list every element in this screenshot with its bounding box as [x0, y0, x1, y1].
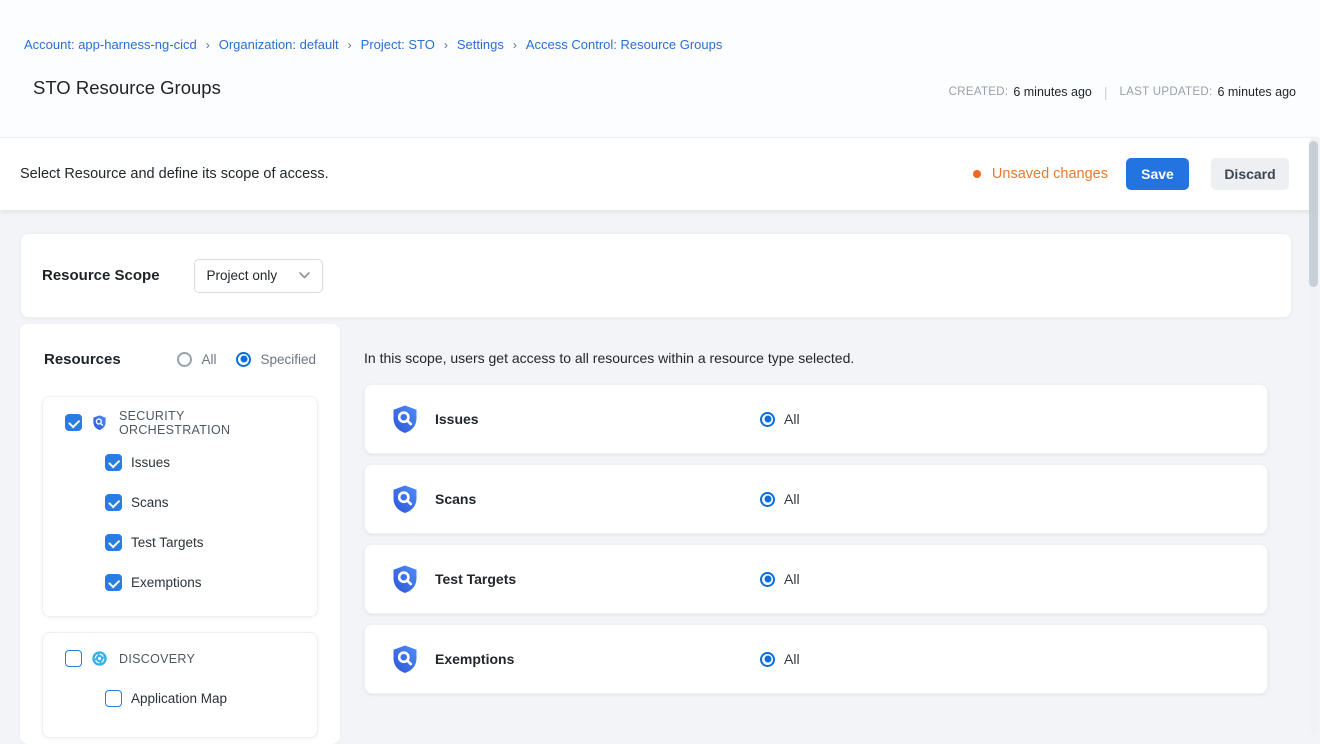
action-toolbar: Select Resource and define its scope of … — [0, 137, 1316, 210]
resources-panel: Resources All Specified SECURITY OR — [20, 324, 340, 744]
divider: | — [1104, 84, 1108, 100]
radar-icon — [91, 650, 108, 667]
resource-card-test-targets: Test Targets All — [364, 544, 1268, 614]
radio-all-access-label: All — [784, 411, 800, 427]
radio-all-access-icon[interactable] — [760, 572, 775, 587]
shield-search-icon — [91, 414, 108, 431]
tree-item-test-targets: Test Targets — [105, 534, 299, 551]
radio-option-specified[interactable]: Specified — [236, 352, 316, 367]
resource-group-discovery: DISCOVERY Application Map — [42, 632, 318, 738]
unsaved-changes-dot-icon — [973, 170, 981, 178]
checkbox-exemptions[interactable] — [105, 574, 122, 591]
tree-item-issues: Issues — [105, 454, 299, 471]
page-title: STO Resource Groups — [33, 77, 221, 99]
radio-all-access-icon[interactable] — [760, 652, 775, 667]
resources-filter-radio-group: All Specified — [177, 352, 316, 367]
breadcrumb-settings[interactable]: Settings — [457, 37, 504, 52]
resource-card-exemptions: Exemptions All — [364, 624, 1268, 694]
resource-card-title: Scans — [435, 491, 760, 507]
last-updated-value: 6 minutes ago — [1217, 85, 1296, 99]
breadcrumb-organization[interactable]: Organization: default — [219, 37, 339, 52]
radio-all-access-label: All — [784, 571, 800, 587]
last-updated-label: LAST UPDATED: — [1120, 86, 1213, 98]
save-button[interactable]: Save — [1126, 158, 1189, 190]
shield-search-icon — [389, 643, 421, 675]
checkbox-issues[interactable] — [105, 454, 122, 471]
scope-intro-text: In this scope, users get access to all r… — [364, 350, 1268, 366]
chevron-down-icon — [299, 272, 310, 279]
resource-card-title: Test Targets — [435, 571, 760, 587]
resource-card-issues: Issues All — [364, 384, 1268, 454]
checkbox-security-orchestration[interactable] — [65, 414, 82, 431]
tree-item-label: Exemptions — [131, 575, 202, 590]
resource-scope-selected-value: Project only — [207, 268, 278, 283]
timestamps: CREATED: 6 minutes ago | LAST UPDATED: 6… — [949, 84, 1296, 100]
resource-card-title: Issues — [435, 411, 760, 427]
breadcrumb-account[interactable]: Account: app-harness-ng-cicd — [24, 37, 197, 52]
created-value: 6 minutes ago — [1013, 85, 1092, 99]
page-header: Account: app-harness-ng-cicd › Organizat… — [0, 0, 1320, 137]
group-label: SECURITY ORCHESTRATION — [119, 409, 299, 437]
tree-item-label: Scans — [131, 495, 169, 510]
breadcrumb: Account: app-harness-ng-cicd › Organizat… — [24, 37, 722, 52]
radio-all-access-icon[interactable] — [760, 412, 775, 427]
chevron-right-icon: › — [444, 38, 448, 52]
checkbox-discovery[interactable] — [65, 650, 82, 667]
tree-item-label: Test Targets — [131, 535, 204, 550]
breadcrumb-project[interactable]: Project: STO — [361, 37, 435, 52]
radio-all-access-label: All — [784, 651, 800, 667]
resource-card-title: Exemptions — [435, 651, 760, 667]
checkbox-scans[interactable] — [105, 494, 122, 511]
checkbox-application-map[interactable] — [105, 690, 122, 707]
toolbar-description: Select Resource and define its scope of … — [20, 166, 329, 182]
scrollbar-thumb[interactable] — [1309, 141, 1318, 287]
shield-search-icon — [389, 403, 421, 435]
radio-specified-label: Specified — [260, 352, 316, 367]
radio-all-icon[interactable] — [177, 352, 192, 367]
resource-scope-card: Resource Scope Project only — [20, 233, 1292, 318]
resource-card-scans: Scans All — [364, 464, 1268, 534]
tree-item-scans: Scans — [105, 494, 299, 511]
created-label: CREATED: — [949, 86, 1009, 98]
chevron-right-icon: › — [513, 38, 517, 52]
group-label: DISCOVERY — [119, 652, 195, 666]
radio-option-all[interactable]: All — [177, 352, 216, 367]
discard-button[interactable]: Discard — [1211, 158, 1289, 190]
resource-group-security-orchestration: SECURITY ORCHESTRATION Issues Scans Test… — [42, 396, 318, 617]
tree-group-header: SECURITY ORCHESTRATION — [65, 414, 299, 431]
chevron-right-icon: › — [206, 38, 210, 52]
radio-all-access-label: All — [784, 491, 800, 507]
tree-group-header: DISCOVERY — [65, 650, 299, 667]
scrollbar-track[interactable] — [1309, 138, 1318, 733]
tree-item-label: Application Map — [131, 691, 227, 706]
chevron-right-icon: › — [348, 38, 352, 52]
tree-item-label: Issues — [131, 455, 170, 470]
radio-specified-icon[interactable] — [236, 352, 251, 367]
unsaved-changes-label: Unsaved changes — [992, 166, 1108, 182]
tree-item-application-map: Application Map — [105, 690, 299, 707]
shield-search-icon — [389, 563, 421, 595]
radio-all-access-icon[interactable] — [760, 492, 775, 507]
resources-panel-title: Resources — [44, 351, 121, 368]
checkbox-test-targets[interactable] — [105, 534, 122, 551]
scope-detail-area: In this scope, users get access to all r… — [364, 324, 1268, 694]
radio-all-label: All — [201, 352, 216, 367]
shield-search-icon — [389, 483, 421, 515]
breadcrumb-access-control[interactable]: Access Control: Resource Groups — [526, 37, 723, 52]
tree-item-exemptions: Exemptions — [105, 574, 299, 591]
resource-scope-dropdown[interactable]: Project only — [194, 259, 323, 293]
resource-scope-label: Resource Scope — [42, 267, 160, 284]
